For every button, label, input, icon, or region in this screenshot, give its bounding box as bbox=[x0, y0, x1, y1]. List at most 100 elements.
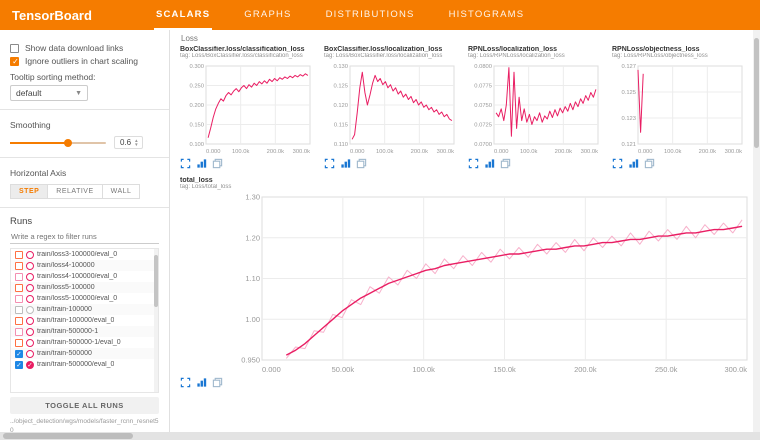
runs-scrollbar[interactable] bbox=[154, 249, 158, 392]
tab-graphs[interactable]: GRAPHS bbox=[242, 0, 293, 30]
compare-runs-icon[interactable] bbox=[356, 158, 367, 169]
svg-text:300.0k: 300.0k bbox=[725, 149, 743, 155]
run-row[interactable]: train/loss5-100000/eval_0 bbox=[11, 293, 158, 304]
run-eval-checkbox[interactable] bbox=[26, 251, 34, 259]
svg-text:0.110: 0.110 bbox=[334, 142, 348, 148]
run-checkbox[interactable] bbox=[15, 317, 23, 325]
scalar-chart[interactable]: 0.1300.1250.1200.1150.1100.000100.0k200.… bbox=[324, 61, 459, 155]
line-chart[interactable]: 0.1300.1250.1200.1150.1100.000100.0k200.… bbox=[324, 61, 459, 155]
fullscreen-icon[interactable] bbox=[180, 158, 191, 169]
chart-type-icon[interactable] bbox=[196, 158, 207, 169]
run-eval-checkbox[interactable] bbox=[26, 328, 34, 336]
run-checkbox[interactable] bbox=[15, 339, 23, 347]
run-row[interactable]: train/loss4-100000 bbox=[11, 260, 158, 271]
stepper-arrows-icon[interactable]: ▲▼ bbox=[134, 139, 138, 147]
chart-type-icon[interactable] bbox=[484, 158, 495, 169]
horizontal-axis-label: Horizontal Axis bbox=[10, 168, 159, 178]
run-checkbox[interactable]: ✓ bbox=[15, 350, 23, 358]
svg-text:1.30: 1.30 bbox=[245, 193, 260, 202]
scrollbar-thumb[interactable] bbox=[154, 255, 158, 307]
line-chart[interactable]: 0.3000.2500.2000.1500.1000.000100.0k200.… bbox=[180, 61, 315, 155]
chart-tag: tag: Loss/total_loss bbox=[180, 184, 746, 190]
run-row[interactable]: train/loss3-100000/eval_0 bbox=[11, 249, 158, 260]
run-eval-checkbox[interactable] bbox=[26, 295, 34, 303]
run-row[interactable]: train/train-100000/eval_0 bbox=[11, 315, 158, 326]
chart-tag: tag: Loss/BoxClassifier.loss/classificat… bbox=[180, 53, 315, 59]
run-row[interactable]: train/loss5-100000 bbox=[11, 282, 158, 293]
runs-section: Runs train/loss3-100000/eval_0train/loss… bbox=[0, 214, 169, 438]
chart-type-icon[interactable] bbox=[340, 158, 351, 169]
run-eval-checkbox[interactable] bbox=[26, 284, 34, 292]
smoothing-value: 0.6 bbox=[120, 138, 131, 147]
run-checkbox[interactable] bbox=[15, 284, 23, 292]
run-row[interactable]: train/train-500000-1 bbox=[11, 326, 158, 337]
ignore-outliers-checkbox[interactable]: Ignore outliers in chart scaling bbox=[10, 56, 159, 66]
compare-runs-icon[interactable] bbox=[212, 377, 223, 388]
scrollbar-thumb[interactable] bbox=[3, 433, 133, 439]
run-eval-checkbox[interactable] bbox=[26, 350, 34, 358]
fullscreen-icon[interactable] bbox=[180, 377, 191, 388]
scrollbar-thumb[interactable] bbox=[754, 38, 759, 148]
chart-title: total_loss bbox=[180, 177, 746, 184]
scalar-chart[interactable]: 0.08000.07750.07500.07250.07000.000100.0… bbox=[468, 61, 603, 155]
svg-text:0.125: 0.125 bbox=[621, 90, 636, 96]
tab-scalars[interactable]: SCALARS bbox=[154, 0, 212, 30]
line-chart[interactable]: 0.08000.07750.07500.07250.07000.000100.0… bbox=[468, 61, 603, 155]
run-checkbox[interactable]: ✓ bbox=[15, 361, 23, 369]
run-label: train/train-500000-1 bbox=[37, 328, 98, 335]
run-eval-checkbox[interactable] bbox=[26, 306, 34, 314]
compare-runs-icon[interactable] bbox=[644, 158, 655, 169]
run-row[interactable]: ✓✓train/train-500000/eval_0 bbox=[11, 359, 158, 370]
compare-runs-icon[interactable] bbox=[212, 158, 223, 169]
run-checkbox[interactable] bbox=[15, 251, 23, 259]
chart-title: RPNLoss/localization_loss bbox=[468, 46, 603, 53]
sidebar: Show data download links Ignore outliers… bbox=[0, 30, 170, 440]
vertical-scrollbar[interactable] bbox=[753, 30, 760, 432]
runs-filter-input[interactable] bbox=[10, 230, 159, 244]
chart-group-label[interactable]: Loss bbox=[181, 34, 746, 43]
line-chart[interactable]: 0.1270.1250.1230.1210.000100.0k200.0k300… bbox=[612, 61, 747, 155]
run-checkbox[interactable] bbox=[15, 328, 23, 336]
line-chart[interactable]: 1.301.201.101.000.9500.00050.00k100.0k15… bbox=[232, 192, 752, 374]
toggle-all-runs-button[interactable]: TOGGLE ALL RUNS bbox=[10, 397, 159, 414]
chart-type-icon[interactable] bbox=[196, 377, 207, 388]
run-eval-checkbox[interactable] bbox=[26, 262, 34, 270]
axis-relative-button[interactable]: RELATIVE bbox=[48, 184, 102, 199]
run-row[interactable]: train/loss4-100000/eval_0 bbox=[11, 271, 158, 282]
run-checkbox[interactable] bbox=[15, 295, 23, 303]
tab-distributions[interactable]: DISTRIBUTIONS bbox=[324, 0, 417, 30]
fullscreen-icon[interactable] bbox=[324, 158, 335, 169]
tab-histograms[interactable]: HISTOGRAMS bbox=[447, 0, 527, 30]
run-row[interactable]: ✓train/train-500000 bbox=[11, 348, 158, 359]
smoothing-slider[interactable] bbox=[10, 142, 106, 144]
compare-runs-icon[interactable] bbox=[500, 158, 511, 169]
smoothing-value-input[interactable]: 0.6 ▲▼ bbox=[114, 136, 143, 149]
run-eval-checkbox[interactable]: ✓ bbox=[26, 361, 34, 369]
run-label: train/loss3-100000/eval_0 bbox=[37, 251, 117, 258]
run-eval-checkbox[interactable] bbox=[26, 317, 34, 325]
tooltip-sort-select[interactable]: default ▼ bbox=[10, 85, 88, 101]
axis-step-button[interactable]: STEP bbox=[10, 184, 48, 199]
slider-thumb[interactable] bbox=[64, 139, 72, 147]
run-row[interactable]: train/train-500000-1/eval_0 bbox=[11, 337, 158, 348]
fullscreen-icon[interactable] bbox=[468, 158, 479, 169]
svg-text:0.0725: 0.0725 bbox=[474, 123, 492, 129]
total-loss-chart[interactable]: 1.301.201.101.000.9500.00050.00k100.0k15… bbox=[232, 192, 752, 374]
chart-actions bbox=[468, 158, 603, 169]
svg-text:50.00k: 50.00k bbox=[332, 365, 355, 374]
show-download-links-checkbox[interactable]: Show data download links bbox=[10, 43, 159, 53]
run-row[interactable]: train/train-100000 bbox=[11, 304, 158, 315]
fullscreen-icon[interactable] bbox=[612, 158, 623, 169]
horizontal-scrollbar[interactable] bbox=[0, 432, 760, 440]
total-loss-card: total_loss tag: Loss/total_loss 1.301.20… bbox=[180, 177, 746, 388]
run-checkbox[interactable] bbox=[15, 273, 23, 281]
run-checkbox[interactable] bbox=[15, 306, 23, 314]
svg-text:200.0k: 200.0k bbox=[574, 365, 597, 374]
scalar-chart[interactable]: 0.1270.1250.1230.1210.000100.0k200.0k300… bbox=[612, 61, 747, 155]
chart-type-icon[interactable] bbox=[628, 158, 639, 169]
axis-wall-button[interactable]: WALL bbox=[103, 184, 141, 199]
run-eval-checkbox[interactable] bbox=[26, 339, 34, 347]
run-eval-checkbox[interactable] bbox=[26, 273, 34, 281]
run-checkbox[interactable] bbox=[15, 262, 23, 270]
scalar-chart[interactable]: 0.3000.2500.2000.1500.1000.000100.0k200.… bbox=[180, 61, 315, 155]
